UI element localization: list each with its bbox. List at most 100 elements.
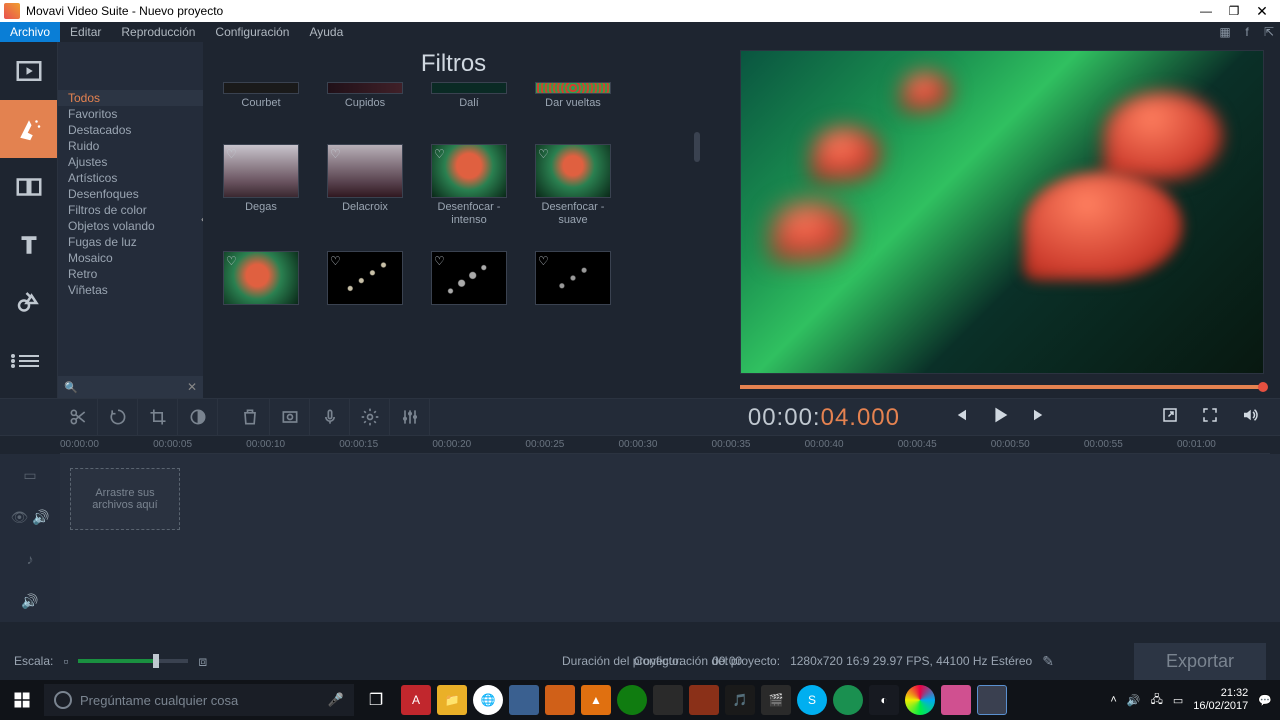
taskbar-app-icon[interactable]: [689, 685, 719, 715]
export-button[interactable]: Exportar: [1134, 643, 1266, 680]
youtube-icon[interactable]: ▦: [1214, 22, 1236, 42]
taskbar-vlc-icon[interactable]: ▲: [581, 685, 611, 715]
timeline[interactable]: ▭ 👁 🔊 ♪ 🔊 Arrastre sus archivos aquí: [0, 454, 1280, 622]
cut-button[interactable]: [58, 398, 98, 436]
tray-chevron-icon[interactable]: ˄: [1110, 694, 1116, 706]
favorite-icon[interactable]: ♡: [330, 147, 341, 161]
taskbar-skype-icon[interactable]: S: [797, 685, 827, 715]
favorite-icon[interactable]: ♡: [538, 147, 549, 161]
tray-clock[interactable]: 21:32 16/02/2017: [1193, 687, 1248, 713]
start-button[interactable]: [0, 680, 44, 720]
fullscreen-button[interactable]: [1190, 406, 1230, 429]
cortana-search[interactable]: Pregúntame cualquier cosa 🎤: [44, 684, 354, 716]
taskbar-steam-icon[interactable]: ◐: [869, 685, 899, 715]
zoom-out-button[interactable]: ▫: [63, 653, 68, 669]
filter-cat-favoritos[interactable]: Favoritos: [58, 106, 203, 122]
menu-archivo[interactable]: Archivo: [0, 22, 60, 42]
filter-cat-ruido[interactable]: Ruido: [58, 138, 203, 154]
share-icon[interactable]: ⇱: [1258, 22, 1280, 42]
maximize-button[interactable]: ❐: [1220, 4, 1248, 18]
task-view-button[interactable]: ❐: [354, 680, 398, 720]
filter-cat-mosaico[interactable]: Mosaico: [58, 250, 203, 266]
clear-search-icon[interactable]: ✕: [187, 380, 197, 394]
filter-item[interactable]: ♡Desenfocar - suave: [535, 144, 611, 227]
filter-cat-artisticos[interactable]: Artísticos: [58, 170, 203, 186]
filters-tool[interactable]: [0, 100, 57, 158]
preview-progress[interactable]: [740, 385, 1264, 389]
favorite-icon[interactable]: ♡: [226, 147, 237, 161]
record-audio-button[interactable]: [310, 398, 350, 436]
taskbar-app-icon[interactable]: [941, 685, 971, 715]
close-button[interactable]: ✕: [1248, 3, 1276, 20]
video-track-icon[interactable]: ▭: [0, 454, 60, 496]
filter-item[interactable]: ♡Desenfocar - intenso: [431, 144, 507, 227]
tray-notifications-icon[interactable]: 💬: [1258, 694, 1272, 707]
filter-item[interactable]: ♡Degas: [223, 144, 299, 227]
titles-tool[interactable]: [0, 216, 57, 274]
taskbar-app-icon[interactable]: 🎵: [725, 685, 755, 715]
track-visibility-icon[interactable]: 👁 🔊: [0, 496, 60, 538]
timeline-dropzone[interactable]: Arrastre sus archivos aquí: [70, 468, 180, 530]
equalizer-button[interactable]: [390, 398, 430, 436]
filter-item[interactable]: ♡: [431, 251, 507, 331]
audio-track-icon[interactable]: ♪: [0, 538, 60, 580]
taskbar-app-icon[interactable]: 🎬: [761, 685, 791, 715]
favorite-icon[interactable]: ♡: [538, 254, 549, 268]
filter-item[interactable]: Dalí: [431, 82, 507, 120]
filter-cat-color[interactable]: Filtros de color: [58, 202, 203, 218]
taskbar-app-icon[interactable]: [833, 685, 863, 715]
menu-reproduccion[interactable]: Reproducción: [111, 22, 205, 42]
favorite-icon[interactable]: ♡: [330, 254, 341, 268]
shapes-tool[interactable]: [0, 274, 57, 332]
menu-configuracion[interactable]: Configuración: [205, 22, 299, 42]
taskbar-app-icon[interactable]: [509, 685, 539, 715]
taskbar-app-icon[interactable]: [545, 685, 575, 715]
more-tool[interactable]: [0, 332, 57, 390]
taskbar-app-icon[interactable]: A: [401, 685, 431, 715]
taskbar-app-icon[interactable]: [977, 685, 1007, 715]
filter-cat-todos[interactable]: Todos: [58, 90, 203, 106]
filter-cat-fugas[interactable]: Fugas de luz: [58, 234, 203, 250]
taskbar-app-icon[interactable]: [653, 685, 683, 715]
favorite-icon[interactable]: ♡: [226, 254, 237, 268]
filter-cat-objetos[interactable]: Objetos volando: [58, 218, 203, 234]
edit-config-button[interactable]: ✎: [1042, 653, 1054, 670]
favorite-icon[interactable]: ♡: [434, 254, 445, 268]
taskbar-app-icon[interactable]: [905, 685, 935, 715]
filter-cat-retro[interactable]: Retro: [58, 266, 203, 282]
next-frame-button[interactable]: [1020, 406, 1060, 429]
volume-button[interactable]: [1230, 406, 1270, 429]
menu-ayuda[interactable]: Ayuda: [299, 22, 353, 42]
snapshot-button[interactable]: [270, 398, 310, 436]
filter-item[interactable]: Cupidos: [327, 82, 403, 120]
filter-cat-desenfoques[interactable]: Desenfoques: [58, 186, 203, 202]
filter-item[interactable]: ♡: [327, 251, 403, 331]
system-tray[interactable]: ˄ 🔊 🖧 ▭ 21:32 16/02/2017 💬: [1102, 687, 1280, 713]
filter-item[interactable]: ♡: [223, 251, 299, 331]
tray-lang-icon[interactable]: ▭: [1173, 694, 1183, 707]
detach-preview-button[interactable]: [1150, 406, 1190, 429]
rotate-button[interactable]: [98, 398, 138, 436]
filter-cat-vinetas[interactable]: Viñetas: [58, 282, 203, 298]
filter-item[interactable]: ♡Delacroix: [327, 144, 403, 227]
taskbar-chrome-icon[interactable]: 🌐: [473, 685, 503, 715]
minimize-button[interactable]: —: [1192, 4, 1220, 18]
fit-timeline-button[interactable]: ⧈: [198, 653, 207, 670]
preview-viewport[interactable]: [740, 50, 1264, 374]
facebook-icon[interactable]: f: [1236, 22, 1258, 42]
transitions-tool[interactable]: [0, 158, 57, 216]
filter-cat-ajustes[interactable]: Ajustes: [58, 154, 203, 170]
taskbar-xbox-icon[interactable]: [617, 685, 647, 715]
crop-button[interactable]: [138, 398, 178, 436]
menu-editar[interactable]: Editar: [60, 22, 111, 42]
color-adjust-button[interactable]: [178, 398, 218, 436]
filter-item[interactable]: Courbet: [223, 82, 299, 120]
prev-frame-button[interactable]: [940, 406, 980, 429]
clip-properties-button[interactable]: [350, 398, 390, 436]
filter-item[interactable]: Dar vueltas: [535, 82, 611, 120]
favorite-icon[interactable]: ♡: [434, 147, 445, 161]
filter-scrollbar[interactable]: [694, 92, 700, 388]
timeline-ruler[interactable]: 00:00:00 00:00:05 00:00:10 00:00:15 00:0…: [60, 436, 1270, 454]
play-button[interactable]: [980, 404, 1020, 431]
filter-search[interactable]: 🔍 ✕: [58, 376, 203, 398]
